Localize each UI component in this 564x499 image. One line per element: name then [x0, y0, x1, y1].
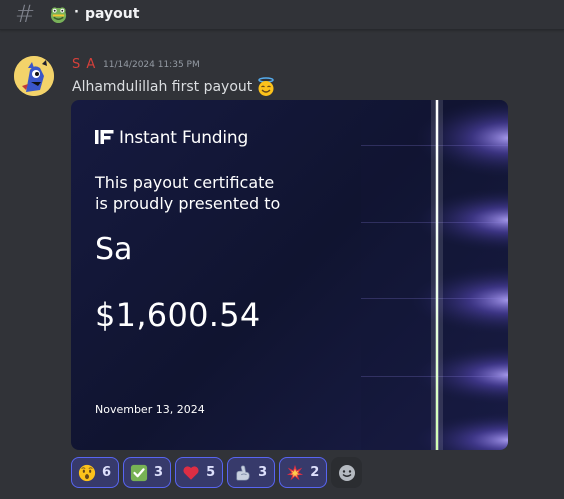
- certificate-recipient: Sa: [95, 232, 133, 267]
- reactions-bar: 6 3 5 3 2: [71, 457, 363, 488]
- channel-header: # · payout: [0, 0, 564, 30]
- check-mark-icon: [130, 464, 148, 481]
- reaction-count: 2: [310, 465, 320, 480]
- channel-name[interactable]: payout: [85, 6, 139, 22]
- flexed-biceps-icon: [236, 464, 250, 481]
- add-reaction-button[interactable]: [331, 457, 363, 488]
- reaction-count: 5: [206, 465, 216, 480]
- red-heart-icon: [183, 465, 199, 480]
- smiling-face-with-halo-icon: [258, 77, 275, 96]
- reaction-astonished[interactable]: 6: [71, 457, 120, 488]
- frog-face-icon: [50, 7, 67, 24]
- reaction-count: 3: [258, 465, 268, 480]
- certificate-brand: Instant Funding: [119, 128, 249, 148]
- message-text: Alhamdulillah first payout: [72, 77, 276, 97]
- instant-funding-logo-icon: [95, 130, 114, 144]
- message-body: Alhamdulillah first payout: [72, 79, 253, 95]
- certificate-text-line2: is proudly presented to: [95, 194, 281, 213]
- timestamp: 11/14/2024 11:35 PM: [103, 60, 200, 70]
- certificate-text-line1: This payout certificate: [95, 173, 275, 192]
- channel-separator: ·: [74, 5, 79, 20]
- hashtag-icon: #: [15, 0, 36, 28]
- add-reaction-icon: [338, 464, 355, 481]
- light-beam-decoration: [361, 100, 508, 450]
- certificate-date: November 13, 2024: [95, 403, 205, 416]
- astonished-face-icon: [78, 464, 96, 481]
- certificate-image[interactable]: Instant Funding This payout certificate …: [71, 100, 508, 450]
- collision-icon: [287, 464, 304, 480]
- reaction-count: 6: [102, 465, 112, 480]
- avatar-image: [14, 56, 54, 96]
- reaction-heart[interactable]: 5: [175, 457, 224, 488]
- reaction-check[interactable]: 3: [123, 457, 172, 488]
- reaction-count: 3: [154, 465, 164, 480]
- username[interactable]: S A: [72, 57, 96, 72]
- avatar[interactable]: [14, 56, 54, 96]
- reaction-biceps[interactable]: 3: [227, 457, 276, 488]
- certificate-amount: $1,600.54: [95, 296, 261, 334]
- reaction-collision[interactable]: 2: [279, 457, 328, 488]
